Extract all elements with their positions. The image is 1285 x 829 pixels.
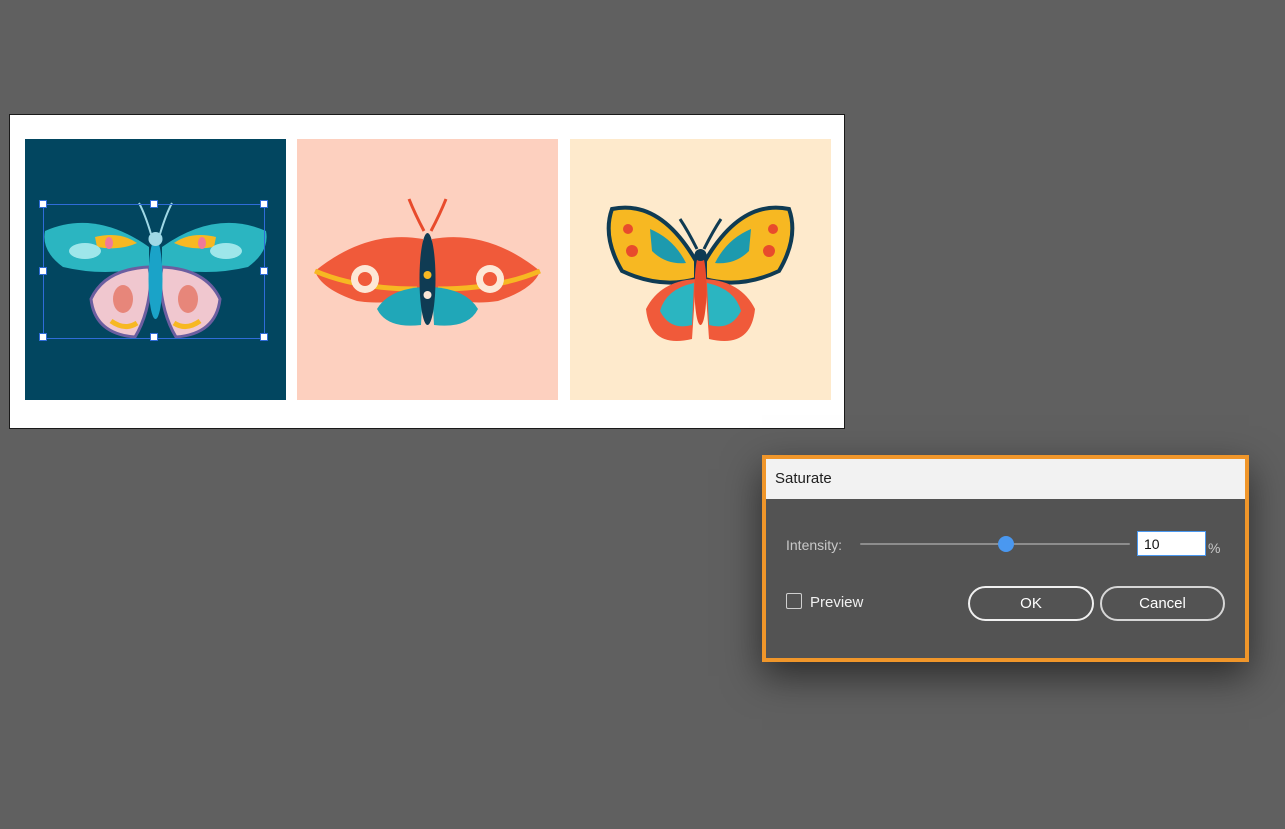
- ok-button[interactable]: OK: [968, 586, 1094, 621]
- moth-icon: [297, 139, 558, 400]
- intensity-input[interactable]: [1137, 531, 1206, 556]
- preview-label[interactable]: Preview: [810, 594, 863, 611]
- intensity-slider-thumb[interactable]: [997, 536, 1014, 552]
- artboard: [9, 114, 845, 429]
- cancel-button[interactable]: Cancel: [1100, 586, 1225, 621]
- tile-cream[interactable]: [570, 139, 831, 400]
- butterfly-icon: [25, 139, 286, 400]
- tile-dark-teal[interactable]: [25, 139, 286, 400]
- intensity-unit: %: [1208, 540, 1221, 556]
- dialog-title: Saturate: [766, 459, 1245, 499]
- preview-checkbox[interactable]: [786, 593, 802, 609]
- intensity-slider-track[interactable]: [860, 543, 1130, 545]
- tile-peach[interactable]: [297, 139, 558, 400]
- saturate-dialog: Saturate Intensity: % Preview OK Cancel: [762, 455, 1249, 662]
- intensity-label: Intensity:: [786, 537, 843, 553]
- butterfly-icon: [570, 139, 831, 400]
